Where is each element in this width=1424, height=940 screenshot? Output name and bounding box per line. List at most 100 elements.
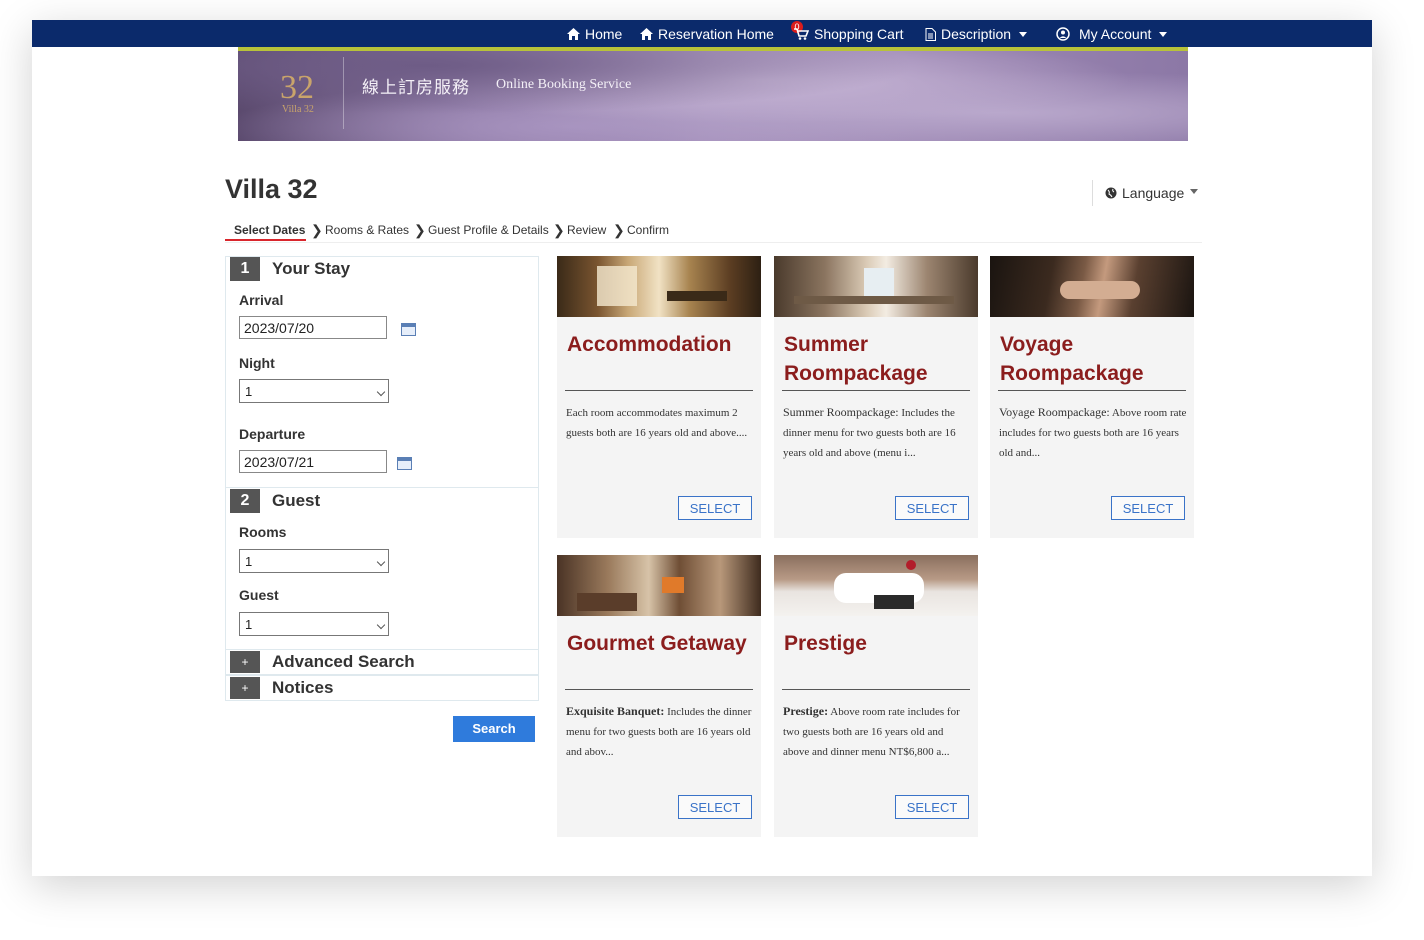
rooms-select-value: 1	[245, 554, 253, 569]
banner-logo-number: 32	[280, 69, 314, 106]
step-guest-profile[interactable]: Guest Profile & Details	[428, 223, 549, 237]
step-review[interactable]: Review	[567, 223, 606, 237]
chevron-right-icon: ❯	[311, 222, 323, 238]
booking-steps: Select Dates ❯ Rooms & Rates ❯ Guest Pro…	[225, 216, 1202, 243]
banner-divider	[343, 57, 344, 129]
notices-toggle[interactable]: + Notices	[230, 677, 333, 699]
nav-my-account[interactable]: My Account	[1056, 25, 1168, 43]
step-confirm[interactable]: Confirm	[627, 223, 669, 237]
package-card-gourmet[interactable]: Gourmet Getaway Exquisite Banquet: Inclu…	[557, 555, 761, 837]
spa-photo	[990, 256, 1194, 317]
plus-icon: +	[230, 677, 260, 699]
package-card-summer[interactable]: Summer Roompackage Summer Roompackage: I…	[774, 256, 978, 538]
card-divider	[782, 390, 970, 391]
globe-icon	[1105, 187, 1117, 199]
card-title: Summer Roompackage	[784, 333, 928, 385]
chevron-down-icon	[376, 387, 386, 397]
chevron-right-icon: ❯	[613, 222, 625, 238]
banner-title-chinese: 線上訂房服務	[362, 78, 470, 98]
package-card-voyage[interactable]: Voyage Roompackage Voyage Roompackage: A…	[990, 256, 1194, 538]
select-button[interactable]: SELECT	[1111, 496, 1185, 520]
select-button[interactable]: SELECT	[678, 795, 752, 819]
guest-select-value: 1	[245, 617, 253, 632]
active-step-indicator	[225, 239, 306, 241]
chevron-down-icon	[376, 620, 386, 630]
room-photo	[557, 256, 761, 317]
chevron-right-icon: ❯	[553, 222, 565, 238]
user-circle-icon	[1056, 27, 1070, 41]
calendar-icon[interactable]	[397, 457, 412, 470]
card-divider	[565, 390, 753, 391]
language-divider	[1092, 180, 1093, 206]
browser-window: Home Reservation Home 0 Shopping Cart De…	[32, 20, 1372, 876]
nav-home-label: Home	[585, 26, 623, 42]
card-description-lead: Exquisite Banquet:	[566, 704, 665, 718]
package-card-accommodation[interactable]: Accommodation Each room accommodates max…	[557, 256, 761, 538]
night-label: Night	[239, 355, 275, 371]
page-title: Villa 32	[225, 174, 318, 204]
calendar-icon[interactable]	[401, 323, 416, 336]
advanced-search-label: Advanced Search	[272, 652, 415, 671]
package-card-prestige[interactable]: Prestige Prestige: Above room rate inclu…	[774, 555, 978, 837]
step-rooms-rates[interactable]: Rooms & Rates	[325, 223, 409, 237]
guest-label: Guest	[239, 587, 279, 603]
nav-shopping-cart-label: Shopping Cart	[814, 26, 904, 42]
card-description: Prestige: Above room rate includes for t…	[783, 701, 971, 761]
card-description: Each room accommodates maximum 2 guests …	[566, 402, 754, 462]
night-select-value: 1	[245, 384, 253, 399]
card-description: Exquisite Banquet: Includes the dinner m…	[566, 701, 754, 761]
section-title: Guest	[272, 491, 321, 510]
notices-label: Notices	[272, 678, 334, 697]
card-description-lead: Summer Roompackage:	[783, 405, 899, 419]
departure-label: Departure	[239, 426, 306, 442]
nav-reservation-home[interactable]: Reservation Home	[640, 25, 774, 43]
banner-title-english: Online Booking Service	[496, 77, 632, 92]
banner-logo-subtitle: Villa 32	[282, 104, 314, 115]
nav-my-account-label: My Account	[1079, 26, 1152, 42]
card-divider	[782, 689, 970, 690]
section-title: Your Stay	[272, 259, 351, 278]
cart-icon	[794, 28, 809, 40]
card-title: Accommodation	[567, 333, 732, 356]
your-stay-header: 1 Your Stay	[230, 257, 350, 281]
lounge-photo	[557, 555, 761, 616]
advanced-search-toggle[interactable]: + Advanced Search	[230, 651, 415, 673]
night-select[interactable]: 1	[239, 379, 389, 403]
arrival-label: Arrival	[239, 292, 284, 308]
section-number: 2	[230, 489, 260, 513]
card-description: Summer Roompackage: Includes the dinner …	[783, 402, 971, 462]
chevron-down-icon	[1019, 31, 1028, 37]
departure-date-input[interactable]: 2023/07/21	[239, 450, 387, 473]
card-divider	[998, 390, 1186, 391]
card-title: Gourmet Getaway	[567, 632, 747, 655]
chevron-down-icon	[376, 557, 386, 567]
room-photo	[774, 256, 978, 317]
rooms-label: Rooms	[239, 524, 287, 540]
hotel-banner: 32 Villa 32 線上訂房服務 Online Booking Servic…	[238, 47, 1188, 141]
select-button[interactable]: SELECT	[895, 496, 969, 520]
card-title: Voyage Roompackage	[1000, 333, 1144, 385]
rooms-select[interactable]: 1	[239, 549, 389, 573]
search-button[interactable]: Search	[453, 716, 535, 742]
plus-icon: +	[230, 651, 260, 673]
select-button[interactable]: SELECT	[678, 496, 752, 520]
nav-description[interactable]: Description	[925, 25, 1028, 43]
card-description-text: Each room accommodates maximum 2 guests …	[566, 407, 748, 439]
language-selector[interactable]: Language	[1105, 185, 1199, 201]
guest-select[interactable]: 1	[239, 612, 389, 636]
nav-home[interactable]: Home	[567, 25, 622, 43]
chevron-down-icon	[1190, 188, 1199, 194]
nav-reservation-home-label: Reservation Home	[658, 26, 774, 42]
card-description-lead: Prestige:	[783, 704, 829, 718]
home-icon	[640, 28, 653, 40]
arrival-date-input[interactable]: 2023/07/20	[239, 316, 387, 339]
nav-description-label: Description	[941, 26, 1012, 42]
nav-shopping-cart[interactable]: Shopping Cart	[794, 25, 904, 43]
card-divider	[565, 689, 753, 690]
card-description: Voyage Roompackage: Above room rate incl…	[999, 402, 1187, 462]
card-description-lead: Voyage Roompackage:	[999, 405, 1110, 419]
chevron-right-icon: ❯	[414, 222, 426, 238]
step-select-dates[interactable]: Select Dates	[234, 223, 305, 237]
chevron-down-icon	[1159, 31, 1168, 37]
select-button[interactable]: SELECT	[895, 795, 969, 819]
